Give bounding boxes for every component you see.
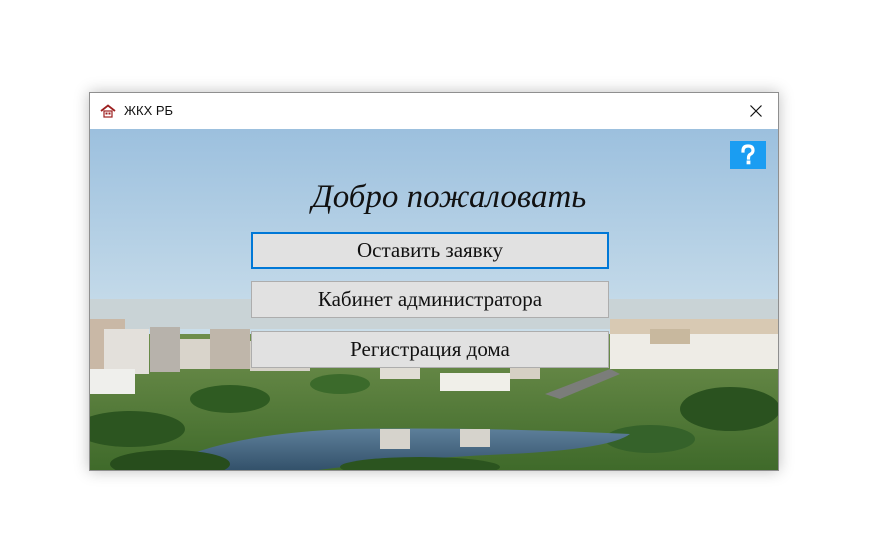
close-button[interactable]	[734, 93, 778, 129]
submit-request-button[interactable]: Оставить заявку	[251, 232, 609, 269]
register-house-button[interactable]: Регистрация дома	[251, 331, 609, 368]
window-title: ЖКХ РБ	[124, 103, 174, 118]
app-window: ЖКХ РБ Добро пожаловать Оставить заявку …	[89, 92, 779, 471]
help-button[interactable]	[730, 141, 766, 169]
admin-cabinet-button[interactable]: Кабинет администратора	[251, 281, 609, 318]
title-bar[interactable]: ЖКХ РБ	[90, 93, 778, 129]
client-area: Добро пожаловать Оставить заявку Кабинет…	[90, 129, 778, 470]
question-mark-icon	[741, 144, 755, 165]
close-icon	[750, 105, 762, 117]
welcome-heading: Добро пожаловать	[311, 179, 587, 215]
house-icon	[100, 104, 116, 118]
